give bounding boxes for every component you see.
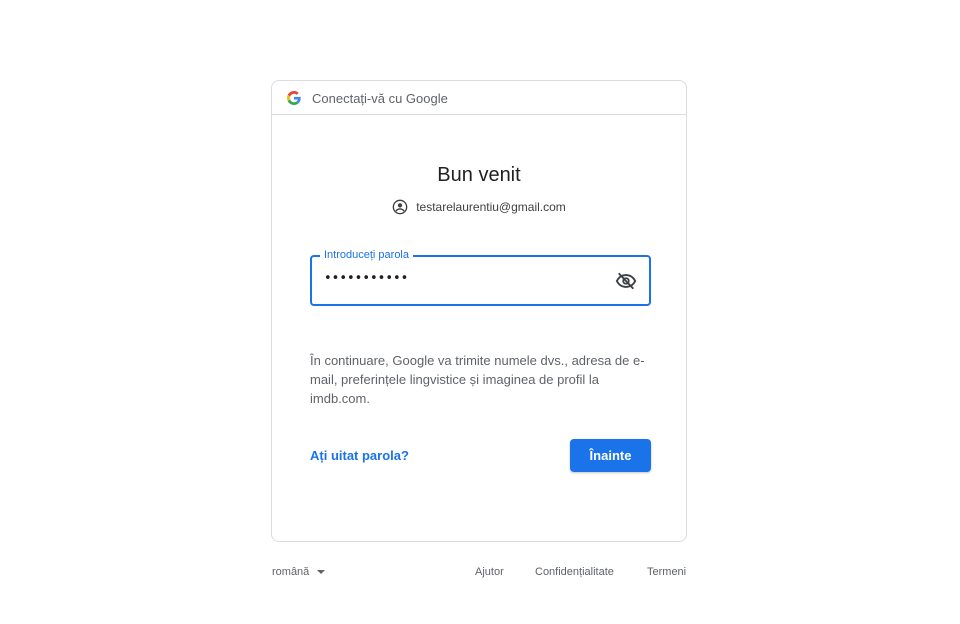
page-title: Bun venit <box>437 164 521 186</box>
password-label: Introduceți parola <box>320 248 413 262</box>
sign-in-card: Conectați-vă cu Google Bun venit testare… <box>271 80 687 542</box>
terms-link[interactable]: Termeni <box>647 566 686 578</box>
card-header: Conectați-vă cu Google <box>272 81 686 115</box>
chevron-down-icon <box>317 570 326 574</box>
forgot-password-link[interactable]: Ați uitat parola? <box>310 448 409 463</box>
password-field[interactable]: Introduceți parola <box>310 248 651 306</box>
account-chip[interactable]: testarelaurentiu@gmail.com <box>272 199 686 215</box>
account-email: testarelaurentiu@gmail.com <box>416 200 566 214</box>
help-link[interactable]: Ajutor <box>475 566 504 578</box>
password-input[interactable] <box>324 271 594 286</box>
privacy-link[interactable]: Confidențialitate <box>535 566 614 578</box>
language-select[interactable]: română <box>272 566 326 578</box>
next-button[interactable]: Înainte <box>570 439 651 472</box>
account-circle-icon <box>392 199 408 215</box>
google-g-icon <box>287 90 301 105</box>
header-title: Conectați-vă cu Google <box>312 91 448 106</box>
language-label: română <box>272 566 310 578</box>
eye-off-icon[interactable] <box>615 270 637 292</box>
consent-text: În continuare, Google va trimite numele … <box>310 353 645 406</box>
